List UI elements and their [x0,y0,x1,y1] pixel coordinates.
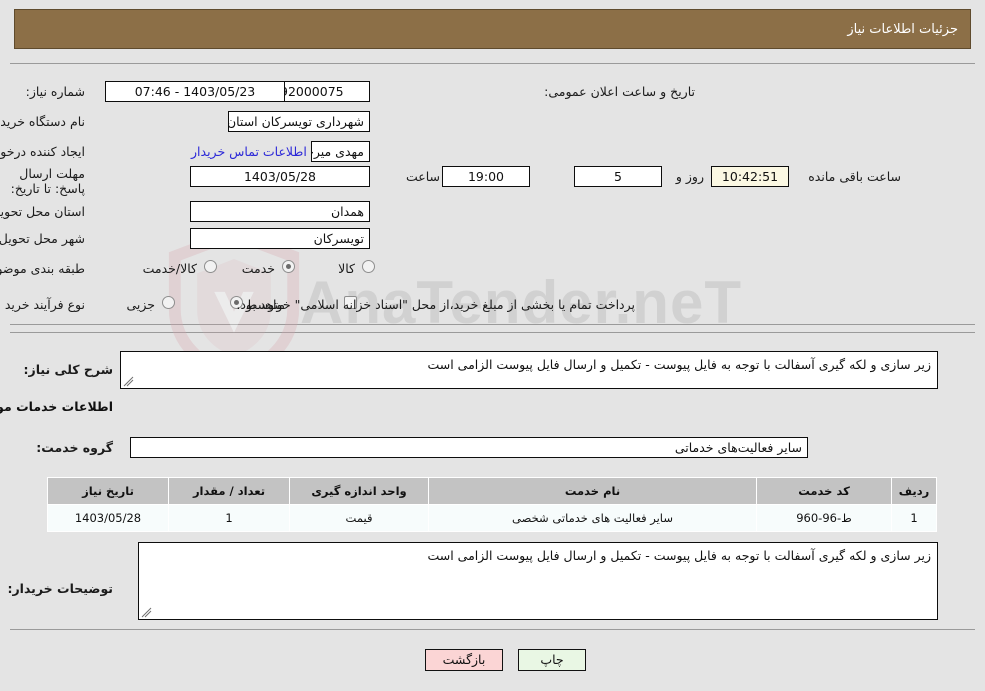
deadline-date-value: 1403/05/28 [190,166,370,187]
deadline-hour-value: 19:00 [442,166,530,187]
radio-category-kala[interactable] [362,260,375,273]
services-section-heading: اطلاعات خدمات مورد نیاز [0,399,113,414]
deadline-days-value: 5 [574,166,662,187]
service-group-value: سایر فعالیت‌های خدماتی [130,437,808,458]
page-title: جزئیات اطلاعات نیاز [847,21,958,37]
page-root: AnaTender.neT جزئیات اطلاعات نیاز شماره … [0,0,985,691]
general-desc-value: زیر سازی و لکه گیری آسفالت با توجه به فا… [427,357,931,372]
th-service-code: کد خدمت [756,477,892,505]
th-need-date: تاریخ نیاز [47,477,169,505]
deadline-label: مهلت ارسال پاسخ: تا تاریخ: [10,166,85,196]
province-label: استان محل تحویل: [0,204,85,219]
process-type-label: نوع فرآیند خرید : [0,297,85,312]
need-summary-panel [10,63,975,325]
buyer-org-value: شهرداری تویسرکان استان همدان [228,111,370,132]
radio-category-khedmat[interactable] [282,260,295,273]
resize-grip-icon [123,376,134,387]
creator-label: ایجاد کننده درخواست: [0,144,85,159]
public-announce-label: تاریخ و ساعت اعلان عمومی: [544,84,695,99]
need-number-label: شماره نیاز: [25,84,85,99]
deadline-hour-label: ساعت [405,169,440,184]
td-row: 1 [891,504,937,532]
print-button[interactable]: چاپ [518,649,586,671]
services-table: ردیف کد خدمت نام خدمت واحد اندازه گیری ت… [47,477,937,532]
td-unit: قیمت [289,504,429,532]
radio-category-kala-khedmat[interactable] [204,260,217,273]
general-desc-textarea[interactable]: زیر سازی و لکه گیری آسفالت با توجه به فا… [120,351,938,389]
radio-category-kala-label: کالا [338,261,355,276]
city-label: شهر محل تحویل: [0,231,85,246]
service-group-label: گروه خدمت: [36,440,113,455]
th-unit: واحد اندازه گیری [289,477,429,505]
public-announce-value: 1403/05/23 - 07:46 [105,81,285,102]
deadline-timer-suffix: ساعت باقی مانده [808,169,901,184]
radio-category-khedmat-label: خدمت [241,261,275,276]
radio-category-kala-khedmat-label: کالا/خدمت [142,261,197,276]
buyer-notes-label: توضیحات خریدار: [7,581,113,596]
general-desc-label: شرح کلی نیاز: [23,362,113,377]
td-service-code: ط-96-960 [756,504,892,532]
radio-process-jozi[interactable] [162,296,175,309]
th-service-name: نام خدمت [428,477,757,505]
category-label: طبقه بندی موضوعی: [0,261,85,276]
deadline-countdown-timer: 10:42:51 [711,166,789,187]
td-quantity: 1 [168,504,290,532]
creator-value: مهدی میرجمالی کارپرداز شهرداری تویسرکان … [311,141,370,162]
buyer-notes-textarea[interactable]: زیر سازی و لکه گیری آسفالت با توجه به فا… [138,542,938,620]
back-button[interactable]: بازگشت [425,649,503,671]
page-title-bar: جزئیات اطلاعات نیاز [14,9,971,49]
buyer-org-label: نام دستگاه خریدار: [0,114,85,129]
radio-process-jozi-label: جزیی [126,297,155,312]
th-row: ردیف [891,477,937,505]
islamic-treasury-checkbox-label: پرداخت تمام یا بخشی از مبلغ خرید،از محل … [236,297,635,312]
th-quantity: تعداد / مقدار [168,477,290,505]
td-service-name: سایر فعالیت های خدماتی شخصی [428,504,757,532]
deadline-days-suffix: روز و [675,169,704,184]
buyer-notes-value: زیر سازی و لکه گیری آسفالت با توجه به فا… [427,548,931,563]
city-value: تویسرکان [190,228,370,249]
table-header-row: ردیف کد خدمت نام خدمت واحد اندازه گیری ت… [47,477,937,505]
resize-grip-icon-2 [141,607,152,618]
buyer-contact-link[interactable]: اطلاعات تماس خریدار [191,144,307,159]
province-value: همدان [190,201,370,222]
table-row: 1 ط-96-960 سایر فعالیت های خدماتی شخصی ق… [47,504,937,532]
td-need-date: 1403/05/28 [47,504,169,532]
